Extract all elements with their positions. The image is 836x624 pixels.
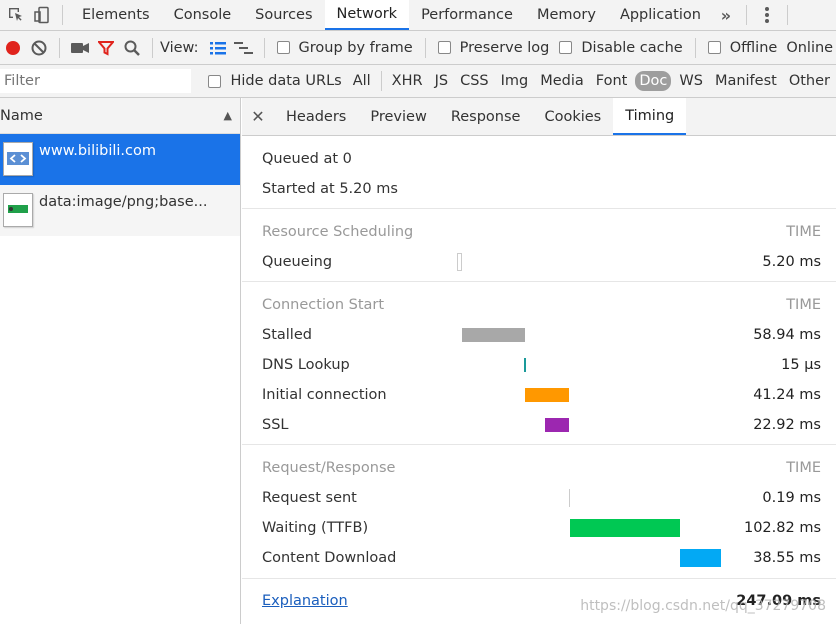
request-row-bilibili[interactable]: www.bilibili.com bbox=[0, 134, 240, 185]
inspect-element-icon[interactable] bbox=[3, 2, 29, 28]
timing-row-initial-connection: Initial connection 41.24 ms bbox=[262, 387, 821, 403]
offline-checkbox[interactable] bbox=[707, 41, 721, 54]
timing-row-dns: DNS Lookup 15 µs bbox=[262, 357, 821, 373]
watermark: https://blog.csdn.net/qq_37279708 bbox=[580, 598, 826, 614]
toolbar-divider bbox=[263, 37, 265, 58]
section-request-response: Request/Response TIME bbox=[262, 460, 821, 476]
sort-ascending-icon[interactable]: ▲ bbox=[224, 109, 232, 122]
filter-type-ws[interactable]: WS bbox=[675, 71, 707, 91]
filter-icon[interactable] bbox=[93, 35, 119, 61]
filter-type-media[interactable]: Media bbox=[536, 71, 588, 91]
tab-network[interactable]: Network bbox=[324, 0, 410, 30]
hide-data-urls-option[interactable]: Hide data URLs bbox=[208, 73, 342, 89]
large-rows-icon[interactable] bbox=[205, 35, 231, 61]
kebab-menu-icon[interactable] bbox=[754, 2, 780, 28]
filter-type-img[interactable]: Img bbox=[497, 71, 533, 91]
timing-bar-request-sent bbox=[569, 489, 570, 507]
preserve-log-checkbox[interactable] bbox=[437, 41, 451, 54]
explanation-link[interactable]: Explanation bbox=[262, 593, 348, 609]
disable-cache-option[interactable]: Disable cache bbox=[559, 40, 683, 56]
waterfall-overview-icon[interactable] bbox=[231, 35, 257, 61]
filter-type-js[interactable]: JS bbox=[431, 71, 452, 91]
filter-type-manifest[interactable]: Manifest bbox=[711, 71, 781, 91]
toolbar-divider bbox=[786, 5, 788, 25]
tab-response[interactable]: Response bbox=[439, 98, 533, 135]
filter-type-other[interactable]: Other bbox=[785, 71, 834, 91]
timing-row-stalled: Stalled 58.94 ms bbox=[262, 327, 821, 343]
tab-elements[interactable]: Elements bbox=[70, 0, 162, 30]
timing-bar-content-download bbox=[680, 549, 721, 567]
device-toolbar-icon[interactable] bbox=[29, 2, 55, 28]
tab-timing[interactable]: Timing bbox=[613, 98, 687, 135]
name-column-header[interactable]: Name ▲ bbox=[0, 98, 240, 134]
group-by-frame-option[interactable]: Group by frame bbox=[276, 40, 413, 56]
timing-row-request-sent: Request sent 0.19 ms bbox=[262, 489, 821, 507]
filter-type-doc[interactable]: Doc bbox=[635, 71, 672, 91]
offline-option[interactable]: Offline bbox=[707, 40, 777, 56]
toolbar-divider bbox=[152, 37, 153, 58]
tab-sources[interactable]: Sources bbox=[243, 0, 324, 30]
timing-row-content-download: Content Download 38.55 ms bbox=[262, 549, 821, 567]
clear-icon[interactable] bbox=[26, 35, 52, 61]
toolbar-divider bbox=[380, 71, 382, 91]
toolbar-divider bbox=[59, 37, 60, 58]
request-detail-panel: ✕ Headers Preview Response Cookies Timin… bbox=[242, 98, 836, 624]
filter-type-css[interactable]: CSS bbox=[456, 71, 493, 91]
group-by-frame-checkbox[interactable] bbox=[276, 41, 290, 54]
video-camera-icon[interactable] bbox=[67, 35, 93, 61]
tab-preview[interactable]: Preview bbox=[358, 98, 438, 135]
filter-bar: Hide data URLs All XHR JS CSS Img Media … bbox=[0, 65, 836, 98]
name-header-label: Name bbox=[0, 107, 43, 124]
toolbar-divider bbox=[745, 5, 747, 25]
close-icon[interactable]: ✕ bbox=[242, 107, 274, 126]
timing-row-waiting: Waiting (TTFB) 102.82 ms bbox=[262, 519, 821, 537]
tab-application[interactable]: Application bbox=[608, 0, 713, 30]
devtools-main-toolbar: Elements Console Sources Network Perform… bbox=[0, 0, 836, 31]
filter-input[interactable] bbox=[0, 69, 192, 93]
detail-tabs: ✕ Headers Preview Response Cookies Timin… bbox=[242, 98, 836, 136]
network-toolbar: View: Group by frame Preserve log Disabl… bbox=[0, 31, 836, 65]
timing-bar-ssl bbox=[545, 418, 569, 432]
started-at: Started at 5.20 ms bbox=[262, 181, 398, 197]
timing-bar-dns bbox=[524, 358, 526, 372]
double-chevron-right-icon[interactable]: » bbox=[713, 2, 739, 28]
filter-type-all[interactable]: All bbox=[349, 71, 375, 91]
throttling-select[interactable]: Online bbox=[786, 40, 833, 56]
preserve-log-option[interactable]: Preserve log bbox=[437, 40, 549, 56]
section-divider bbox=[242, 444, 836, 445]
tab-memory[interactable]: Memory bbox=[525, 0, 608, 30]
record-icon[interactable] bbox=[0, 35, 26, 61]
request-name: www.bilibili.com bbox=[39, 143, 157, 159]
timing-bar-stalled bbox=[462, 328, 525, 342]
view-label: View: bbox=[160, 39, 199, 56]
section-resource-scheduling: Resource Scheduling TIME bbox=[262, 224, 821, 240]
toolbar-divider bbox=[424, 37, 426, 58]
search-icon[interactable] bbox=[119, 35, 145, 61]
section-divider bbox=[242, 281, 836, 282]
tab-console[interactable]: Console bbox=[162, 0, 244, 30]
timing-bar-queueing bbox=[457, 253, 462, 271]
toolbar-divider bbox=[694, 37, 696, 58]
section-divider bbox=[242, 208, 836, 209]
section-connection-start: Connection Start TIME bbox=[262, 297, 821, 313]
timing-row-queueing: Queueing 5.20 ms bbox=[262, 253, 821, 271]
disable-cache-checkbox[interactable] bbox=[559, 41, 573, 54]
toolbar-divider bbox=[62, 5, 63, 25]
filter-type-xhr[interactable]: XHR bbox=[388, 71, 427, 91]
timing-bar-waiting bbox=[570, 519, 680, 537]
html-document-icon bbox=[3, 142, 33, 176]
tab-performance[interactable]: Performance bbox=[409, 0, 525, 30]
request-name: data:image/png;base... bbox=[39, 194, 208, 210]
timing-row-ssl: SSL 22.92 ms bbox=[262, 417, 821, 433]
hide-data-urls-checkbox[interactable] bbox=[208, 74, 222, 88]
timing-bar-initial-connection bbox=[525, 388, 569, 402]
request-list: Name ▲ www.bilibili.com data:image/png;b… bbox=[0, 98, 241, 624]
filter-type-font[interactable]: Font bbox=[592, 71, 632, 91]
queued-at: Queued at 0 bbox=[262, 151, 352, 167]
image-file-icon bbox=[3, 193, 33, 227]
section-divider bbox=[242, 578, 836, 579]
tab-cookies[interactable]: Cookies bbox=[532, 98, 613, 135]
tab-headers[interactable]: Headers bbox=[274, 98, 358, 135]
request-row-data-image[interactable]: data:image/png;base... bbox=[0, 185, 240, 236]
